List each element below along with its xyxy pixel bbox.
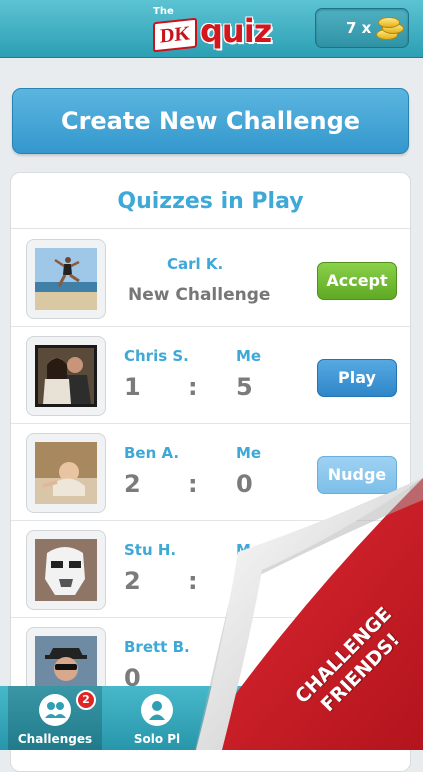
- my-score: 5: [236, 373, 253, 401]
- avatar: [26, 433, 106, 513]
- avatar-photo-couple: [35, 345, 97, 407]
- app-header: The DK quiz 7 x: [0, 0, 423, 58]
- logo-the-text: The: [153, 6, 174, 17]
- avatar-photo-stormtrooper: [35, 539, 97, 601]
- opponent-name: Stu H.: [124, 541, 177, 559]
- nudge-button[interactable]: Nudge: [317, 456, 397, 494]
- tab-solo-play[interactable]: Solo Pl: [110, 686, 204, 750]
- opponent-score: 1: [124, 373, 141, 401]
- opponent-score: 2: [124, 470, 141, 498]
- my-score: 0: [236, 470, 253, 498]
- opponent-name: Chris S.: [124, 347, 189, 365]
- solo-play-icon: [141, 694, 173, 726]
- opponent-name: Ben A.: [124, 444, 180, 462]
- create-new-challenge-button[interactable]: Create New Challenge: [12, 88, 409, 154]
- coins-button[interactable]: 7 x: [315, 8, 409, 48]
- opponent-score: 2: [124, 567, 141, 595]
- avatar: [26, 530, 106, 610]
- coins-count: 7 x: [346, 19, 372, 37]
- coins-icon: [374, 17, 404, 41]
- avatar: [26, 239, 106, 319]
- avatar-photo-baby: [35, 442, 97, 504]
- challenges-icon: [39, 694, 71, 726]
- dk-quiz-logo: The DK quiz: [150, 6, 272, 53]
- challenge-row: Stu H. Me 2 :: [11, 521, 410, 618]
- me-label: Me: [236, 444, 262, 462]
- logo-dk-mark: DK: [153, 17, 197, 53]
- score-separator: :: [188, 373, 198, 401]
- challenge-row: Carl K. New Challenge Accept: [11, 230, 410, 327]
- play-button[interactable]: Play: [317, 359, 397, 397]
- avatar-photo-beach: [35, 248, 97, 310]
- avatar: [26, 336, 106, 416]
- opponent-name: Carl K.: [167, 255, 224, 273]
- score-separator: :: [188, 567, 198, 595]
- tab-label: Solo Pl: [133, 732, 181, 746]
- tab-challenges[interactable]: 2 Challenges: [8, 686, 102, 750]
- tab-label: Challenges: [17, 732, 93, 746]
- score-separator: :: [188, 470, 198, 498]
- me-label: Me: [236, 347, 262, 365]
- panel-title: Quizzes in Play: [11, 173, 410, 229]
- logo-quiz-text: quiz: [200, 12, 272, 50]
- tab-bar: 2 Challenges Solo Pl: [0, 686, 423, 750]
- me-label: Me: [236, 541, 262, 559]
- accept-button[interactable]: Accept: [317, 262, 397, 300]
- challenge-row: Ben A. Me 2 : 0 Nudge: [11, 424, 410, 521]
- challenge-row: Chris S. Me 1 : 5 Play: [11, 327, 410, 424]
- opponent-name: Brett B.: [124, 638, 190, 656]
- challenges-badge: 2: [76, 690, 96, 710]
- new-challenge-label: New Challenge: [128, 285, 271, 305]
